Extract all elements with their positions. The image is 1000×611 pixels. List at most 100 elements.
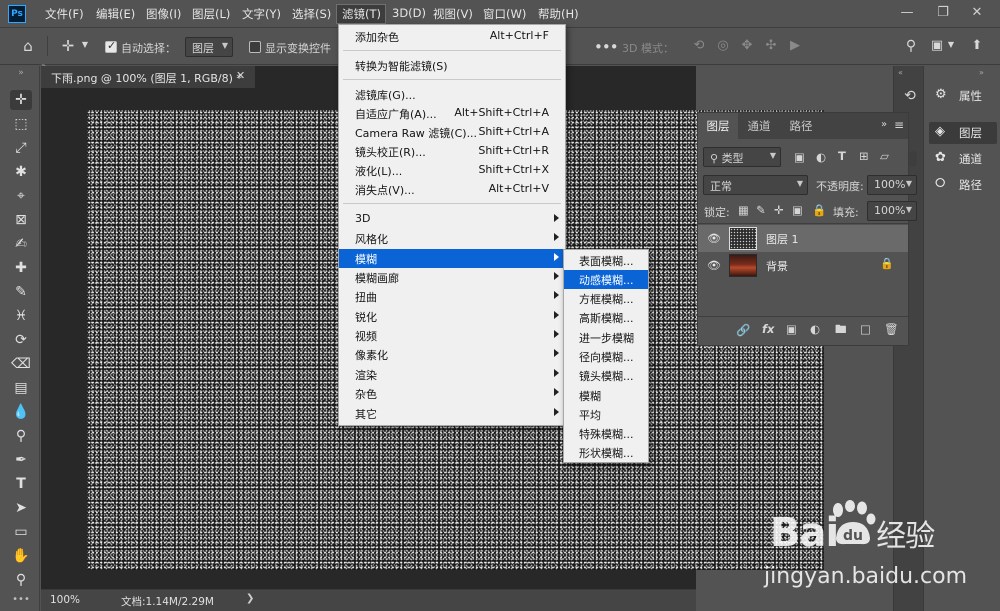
frame-tool-icon[interactable]: ⊠ — [10, 210, 32, 230]
rectangle-tool-icon[interactable]: ▭ — [10, 522, 32, 542]
blend-mode-dropdown[interactable]: 正常 ▼ — [703, 175, 808, 195]
zoom-tool-icon[interactable]: ⚲ — [10, 570, 32, 590]
3d-roll-icon[interactable]: ◎ — [714, 38, 732, 56]
lock-all-icon[interactable]: 🔒 — [812, 203, 826, 217]
menu-item-vanishing-point[interactable]: 消失点(V)... Alt+Ctrl+V — [339, 180, 565, 199]
layer-name[interactable]: 背景 — [766, 258, 788, 274]
submenu-sharpen[interactable]: 锐化 — [339, 307, 565, 326]
history-icon[interactable]: ⟲ — [900, 88, 920, 108]
gradient-tool-icon[interactable]: ▤ — [10, 378, 32, 398]
menu-item-shape-blur[interactable]: 形状模糊... — [564, 443, 648, 462]
menu-item-add-noise[interactable]: 添加杂色 Alt+Ctrl+F — [339, 27, 565, 46]
fill-field[interactable]: 100% ▼ — [867, 201, 917, 221]
menu-item-blur[interactable]: 模糊 — [564, 386, 648, 405]
menu-type[interactable]: 文字(Y) — [242, 6, 281, 22]
collapse-panel-icon[interactable]: » — [881, 119, 887, 130]
path-select-tool-icon[interactable]: ➤ — [10, 498, 32, 518]
menu-item-camera-raw[interactable]: Camera Raw 滤镜(C)... Shift+Ctrl+A — [339, 123, 565, 142]
chevron-right-icon[interactable]: ❯ — [246, 593, 254, 604]
layer-name[interactable]: 图层 1 — [766, 231, 799, 247]
3d-pan-icon[interactable]: ✥ — [738, 38, 756, 56]
menu-select[interactable]: 选择(S) — [292, 6, 331, 22]
lock-transparent-icon[interactable]: ▦ — [738, 203, 749, 217]
menu-item-adaptive-wide-angle[interactable]: 自适应广角(A)... Alt+Shift+Ctrl+A — [339, 104, 565, 123]
menu-item-box-blur[interactable]: 方框模糊... — [564, 289, 648, 308]
dock-channels[interactable]: ✿ 通道 — [929, 148, 997, 170]
submenu-other[interactable]: 其它 — [339, 404, 565, 423]
submenu-3d[interactable]: 3D — [339, 210, 565, 229]
marquee-tool-icon[interactable]: ⬚ — [10, 114, 32, 134]
dock-layers[interactable]: ◈ 图层 — [929, 122, 997, 144]
type-tool-icon[interactable]: T — [10, 474, 32, 494]
menu-3d[interactable]: 3D(D) — [392, 6, 426, 20]
menu-item-smart-blur[interactable]: 特殊模糊... — [564, 424, 648, 443]
stamp-tool-icon[interactable]: ♓ — [10, 306, 32, 326]
tab-paths[interactable]: 路径 — [780, 113, 822, 139]
home-icon[interactable]: ⌂ — [18, 37, 38, 55]
crop-tool-icon[interactable]: ⌖ — [10, 186, 32, 206]
history-brush-tool-icon[interactable]: ⟳ — [10, 330, 32, 350]
menu-view[interactable]: 视图(V) — [433, 6, 473, 22]
menu-item-surface-blur[interactable]: 表面模糊... — [564, 251, 648, 270]
workspace-icon[interactable]: ▣ — [928, 38, 946, 56]
filter-adjustment-icon[interactable]: ◐ — [816, 150, 826, 164]
filter-pixel-icon[interactable]: ▣ — [794, 150, 805, 164]
menu-item-blur-more[interactable]: 进一步模糊 — [564, 328, 648, 347]
panel-menu-icon[interactable]: ≡ — [894, 118, 904, 132]
collapse-panels-icon[interactable]: « — [898, 68, 903, 77]
quick-select-tool-icon[interactable]: ✱ — [10, 162, 32, 182]
close-icon[interactable]: ✕ — [968, 4, 986, 22]
eye-icon[interactable]: 👁 — [707, 259, 721, 272]
show-transform-checkbox[interactable] — [249, 41, 261, 53]
new-group-icon[interactable]: 🖿 — [835, 322, 847, 341]
menu-layer[interactable]: 图层(L) — [192, 6, 230, 22]
pen-tool-icon[interactable]: ✒ — [10, 450, 32, 470]
auto-select-checkbox[interactable] — [105, 39, 117, 53]
delete-layer-icon[interactable]: 🗑 — [884, 322, 899, 336]
layer-row[interactable]: 👁 背景 🔒 — [698, 252, 908, 279]
3d-slide-icon[interactable]: ✣ — [762, 38, 780, 56]
layer-row[interactable]: 👁 图层 1 — [698, 225, 908, 252]
chevron-down-icon[interactable]: ▼ — [946, 40, 956, 54]
menu-filter[interactable]: 滤镜(T) — [342, 6, 381, 22]
close-icon[interactable]: ✕ — [236, 69, 245, 82]
menu-help[interactable]: 帮助(H) — [538, 6, 579, 22]
minimize-icon[interactable]: — — [898, 4, 916, 22]
collapse-toolbar-icon[interactable]: » — [10, 68, 32, 78]
dock-properties[interactable]: ⚙ 属性 — [929, 85, 997, 107]
maximize-icon[interactable]: ❐ — [934, 4, 952, 22]
3d-scale-icon[interactable]: ▶ — [786, 38, 804, 56]
hand-tool-icon[interactable]: ✋ — [10, 546, 32, 566]
move-tool-icon[interactable]: ✛ — [58, 37, 78, 55]
submenu-noise[interactable]: 杂色 — [339, 384, 565, 403]
menu-item-motion-blur[interactable]: 动感模糊... — [564, 270, 648, 289]
submenu-stylize[interactable]: 风格化 — [339, 229, 565, 248]
submenu-video[interactable]: 视频 — [339, 326, 565, 345]
tab-layers[interactable]: 图层 — [698, 113, 738, 139]
layer-filter-dropdown[interactable]: ⚲ 类型 ▼ — [703, 147, 781, 167]
eye-icon[interactable]: 👁 — [707, 232, 721, 245]
dodge-tool-icon[interactable]: ⚲ — [10, 426, 32, 446]
photoshop-logo-icon[interactable]: Ps — [8, 5, 26, 23]
edit-toolbar-icon[interactable]: ••• — [10, 590, 32, 610]
filter-toggle[interactable] — [909, 151, 917, 167]
dock-paths[interactable]: ⭘ 路径 — [929, 174, 997, 196]
menu-item-gaussian-blur[interactable]: 高斯模糊... — [564, 308, 648, 327]
adjustment-layer-icon[interactable]: ◐ — [810, 322, 820, 336]
healing-brush-tool-icon[interactable]: ✚ — [10, 258, 32, 278]
lasso-tool-icon[interactable]: ⤢ — [10, 138, 32, 158]
document-tab[interactable]: 下雨.png @ 100% (图层 1, RGB/8) * — [41, 66, 255, 88]
brush-tool-icon[interactable]: ✎ — [10, 282, 32, 302]
menu-item-convert-smart-filter[interactable]: 转换为智能滤镜(S) — [339, 56, 565, 75]
filter-type-icon[interactable]: T — [838, 149, 846, 163]
more-options-icon[interactable]: ••• — [594, 38, 619, 56]
layer-style-icon[interactable]: fx — [762, 322, 774, 336]
chevron-down-icon[interactable]: ▼ — [80, 40, 90, 52]
link-layers-icon[interactable]: 🔗 — [736, 323, 750, 337]
menu-edit[interactable]: 编辑(E) — [96, 6, 135, 22]
lock-pixels-icon[interactable]: ✎ — [756, 203, 766, 217]
menu-image[interactable]: 图像(I) — [146, 6, 181, 22]
menu-item-radial-blur[interactable]: 径向模糊... — [564, 347, 648, 366]
eyedropper-tool-icon[interactable]: ✍ — [10, 234, 32, 254]
tab-channels[interactable]: 通道 — [738, 113, 780, 139]
